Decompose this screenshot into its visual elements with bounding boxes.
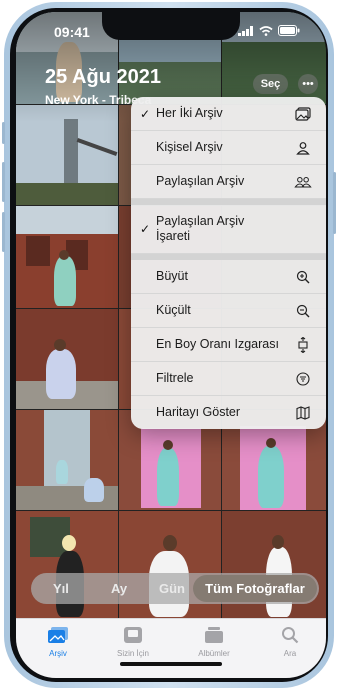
menu-item-filter[interactable]: Filtrele: [131, 362, 326, 396]
photo-thumbnail[interactable]: [16, 410, 118, 510]
status-icons: [238, 25, 300, 36]
tab-search[interactable]: Ara: [260, 625, 320, 658]
menu-item-label: Her İki Arşiv: [156, 106, 223, 120]
menu-item-personal-library[interactable]: Kişisel Arşiv: [131, 131, 326, 165]
date-title: 25 Ağu 2021: [45, 66, 161, 88]
zoom-in-icon: [294, 268, 312, 286]
home-indicator: [120, 662, 222, 666]
menu-item-show-map[interactable]: Haritayı Göster: [131, 396, 326, 429]
volume-down-button: [2, 212, 5, 252]
menu-item-label: Büyüt: [156, 269, 188, 283]
person-icon: [294, 139, 312, 157]
menu-item-aspect-ratio-grid[interactable]: En Boy Oranı Izgarası: [131, 328, 326, 362]
for-you-icon: [103, 625, 163, 645]
select-button[interactable]: Seç: [253, 74, 288, 94]
more-options-button[interactable]: •••: [298, 74, 318, 94]
menu-item-label: Küçült: [156, 303, 191, 317]
aspect-ratio-icon: [294, 336, 312, 354]
search-icon: [260, 625, 320, 645]
tab-bar: Arşiv Sizin İçin Albümler Ara: [16, 618, 326, 678]
tab-for-you[interactable]: Sizin İçin: [103, 625, 163, 658]
notch: [102, 12, 240, 40]
segment-day[interactable]: Gün: [159, 581, 185, 596]
people-icon: [294, 173, 312, 191]
photo-library-icon: [28, 625, 88, 645]
menu-item-label: Haritayı Göster: [156, 405, 241, 419]
photo-thumbnail[interactable]: [16, 309, 118, 409]
mute-switch: [2, 122, 5, 144]
menu-item-label: Paylaşılan Arşiv İşareti: [156, 214, 245, 243]
photo-thumbnail[interactable]: [16, 206, 118, 308]
volume-up-button: [2, 162, 5, 202]
tab-label: Albümler: [198, 649, 230, 658]
status-time: 09:41: [54, 24, 90, 40]
time-scale-segmented-control: Yıl Ay Gün Tüm Fotoğraflar: [31, 573, 319, 604]
menu-item-shared-library[interactable]: Paylaşılan Arşiv: [131, 165, 326, 199]
tab-label: Ara: [283, 649, 297, 658]
tab-label: Sizin İçin: [116, 649, 149, 658]
tab-library[interactable]: Arşiv: [28, 625, 88, 658]
screen: 09:41 25 Ağu 2021 New York - Tribeca Seç…: [16, 12, 326, 678]
checkmark-icon: ✓: [140, 106, 151, 121]
menu-item-label: Paylaşılan Arşiv: [156, 174, 245, 188]
zoom-out-icon: [294, 302, 312, 320]
filter-icon: [294, 370, 312, 388]
wifi-icon: [259, 25, 273, 36]
menu-item-label: En Boy Oranı Izgarası: [156, 337, 279, 351]
tab-label: Arşiv: [49, 649, 67, 658]
menu-item-label: Kişisel Arşiv: [156, 140, 223, 154]
battery-icon: [278, 25, 300, 36]
menu-item-zoom-out[interactable]: Küçült: [131, 294, 326, 328]
tab-albums[interactable]: Albümler: [184, 625, 244, 658]
menu-item-both-libraries[interactable]: ✓ Her İki Arşiv: [131, 97, 326, 131]
library-options-menu: ✓ Her İki Arşiv Kişisel Arşiv Paylaşılan…: [131, 97, 326, 429]
menu-item-shared-library-badge[interactable]: ✓ Paylaşılan Arşiv İşareti: [131, 205, 326, 254]
segment-month[interactable]: Ay: [111, 581, 127, 596]
albums-icon: [184, 625, 244, 645]
segment-year[interactable]: Yıl: [53, 581, 69, 596]
menu-item-label: Filtrele: [156, 371, 194, 385]
cellular-signal-icon: [238, 25, 253, 36]
segment-all-photos[interactable]: Tüm Fotoğraflar: [193, 575, 317, 602]
map-icon: [294, 404, 312, 422]
checkmark-icon: ✓: [140, 222, 151, 236]
photo-library-icon: [294, 105, 312, 123]
side-button: [333, 172, 336, 234]
menu-item-zoom-in[interactable]: Büyüt: [131, 260, 326, 294]
